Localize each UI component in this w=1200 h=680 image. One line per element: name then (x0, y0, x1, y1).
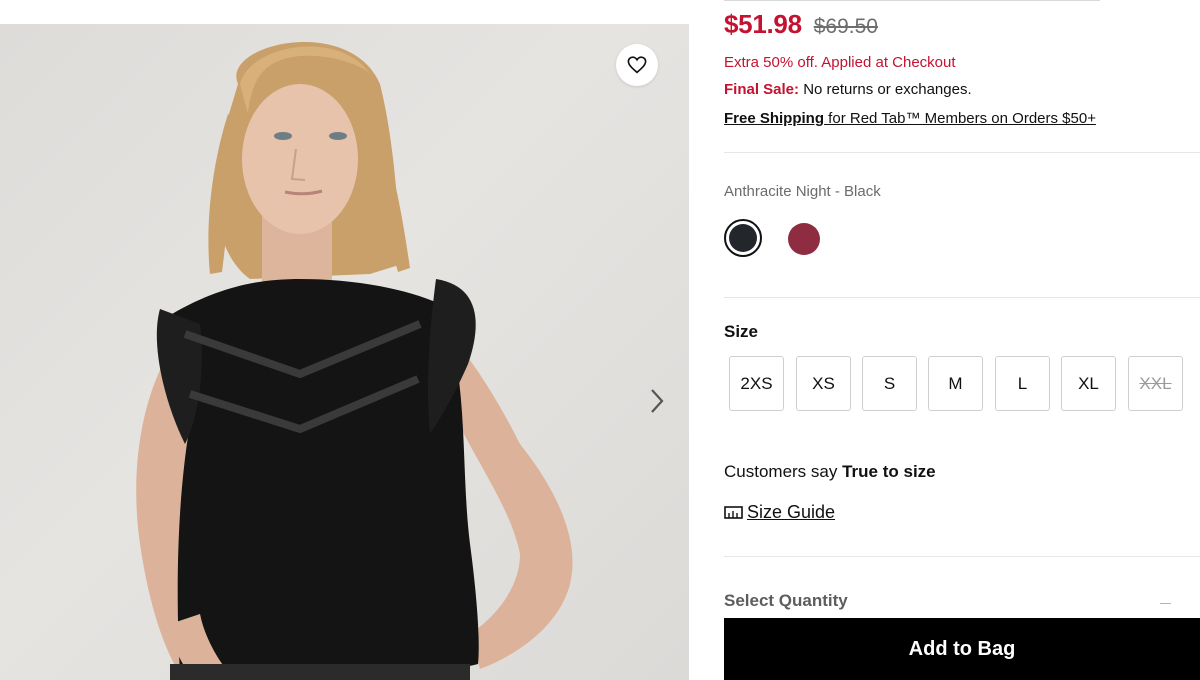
final-sale-label: Final Sale: (724, 81, 800, 98)
size-option-m[interactable]: M (928, 356, 983, 411)
select-quantity-label[interactable]: Select Quantity (724, 591, 848, 611)
original-price: $69.50 (813, 15, 878, 38)
color-swatch-red[interactable] (788, 223, 820, 255)
size-option-s[interactable]: S (862, 356, 917, 411)
size-option-l[interactable]: L (995, 356, 1050, 411)
final-sale-text: No returns or exchanges. (799, 81, 972, 98)
fit-feedback: Customers say True to size (724, 462, 936, 482)
selected-color-name: Anthracite Night - Black (724, 183, 881, 200)
product-photo (136, 42, 573, 680)
chevron-right-icon (651, 389, 664, 413)
size-title: Size (724, 322, 759, 341)
size-guide-link[interactable]: Size Guide (724, 502, 835, 523)
fit-value: True to size (842, 462, 936, 481)
final-sale-notice: Final Sale: No returns or exchanges. (724, 81, 972, 98)
fit-prefix: Customers say (724, 462, 843, 481)
product-image-gallery (0, 24, 689, 680)
free-shipping-link[interactable]: Free Shipping (724, 110, 824, 127)
price-row: $51.98 $69.50 (724, 9, 878, 41)
size-option-2xs[interactable]: 2XS (729, 356, 784, 411)
shipping-text[interactable]: for Red Tab™ Members on Orders $50+ (824, 110, 1096, 127)
section-divider (724, 556, 1200, 557)
size-option-xl[interactable]: XL (1061, 356, 1116, 411)
heart-icon (627, 56, 647, 74)
size-option-xs[interactable]: XS (796, 356, 851, 411)
quantity-collapse-icon[interactable] (1160, 603, 1171, 604)
size-option-xxl[interactable]: XXL (1128, 356, 1183, 411)
wishlist-button[interactable] (616, 44, 658, 86)
add-to-bag-button[interactable]: Add to Bag (724, 618, 1200, 680)
top-divider (724, 0, 1100, 1)
section-divider (724, 152, 1200, 153)
sale-price: $51.98 (724, 9, 802, 39)
color-swatch-black[interactable] (724, 219, 762, 257)
promo-text: Extra 50% off. Applied at Checkout (724, 54, 956, 71)
size-guide-label[interactable]: Size Guide (747, 502, 835, 523)
next-image-button[interactable] (642, 384, 672, 418)
swatch-fill (729, 224, 757, 252)
section-divider (724, 297, 1200, 298)
ruler-icon (724, 506, 743, 519)
free-shipping-notice[interactable]: Free Shipping for Red Tab™ Members on Or… (724, 110, 1096, 127)
